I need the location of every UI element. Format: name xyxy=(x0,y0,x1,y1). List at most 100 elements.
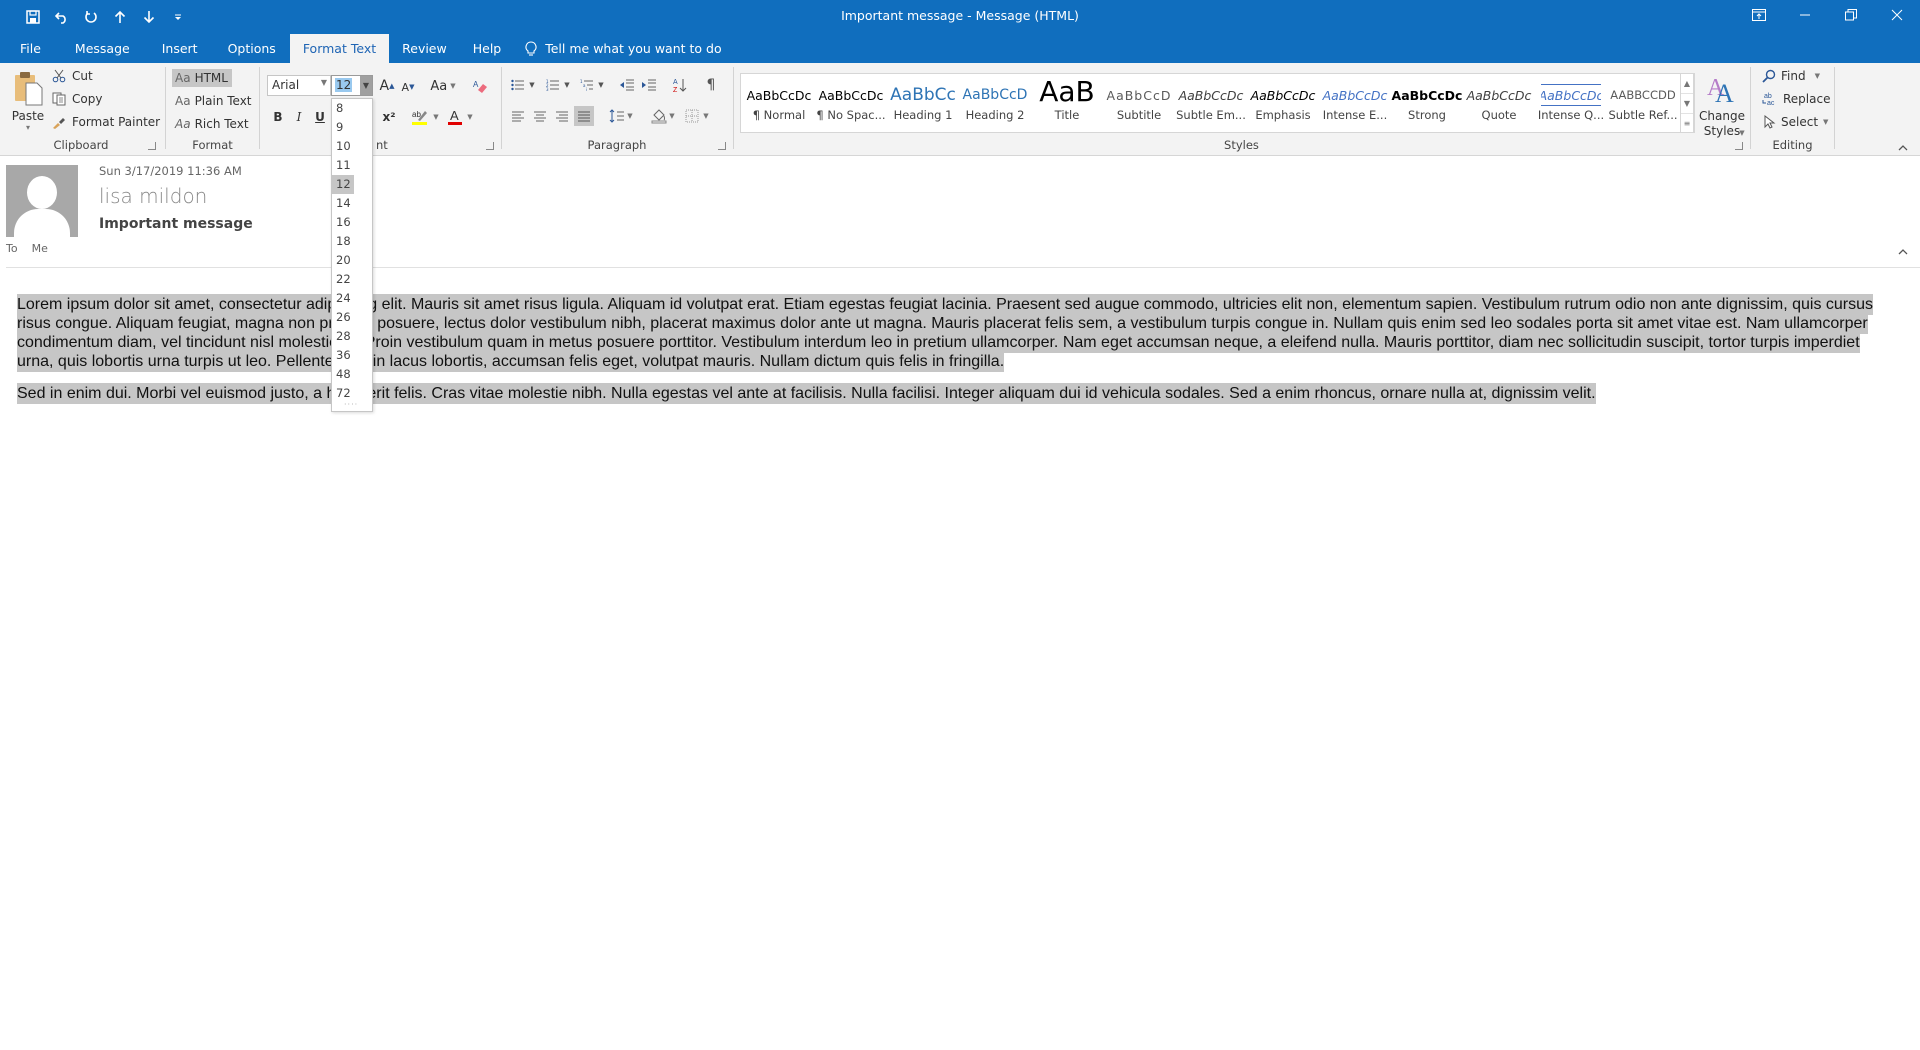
font-size-option-selected[interactable]: 12 xyxy=(332,175,354,194)
font-size-option[interactable]: 20 xyxy=(332,251,354,270)
format-rich-text-button[interactable]: Aa Rich Text xyxy=(172,115,252,133)
style-strong[interactable]: AaBbCcDc Strong xyxy=(1391,74,1463,132)
format-painter-button[interactable]: Format Painter xyxy=(52,115,160,129)
style-heading-2[interactable]: AaBbCcD Heading 2 xyxy=(959,74,1031,132)
align-right-button[interactable] xyxy=(552,106,572,126)
close-button[interactable] xyxy=(1874,0,1920,30)
body-paragraph[interactable]: Sed in enim dui. Morbi vel euismod justo… xyxy=(17,383,1887,404)
style-subtitle[interactable]: AaBbCcD Subtitle xyxy=(1103,74,1175,132)
bullets-button[interactable] xyxy=(508,75,528,95)
style-no-spacing[interactable]: AaBbCcDc ¶ No Spac... xyxy=(815,74,887,132)
underline-button[interactable]: U xyxy=(312,108,328,126)
tell-me-search[interactable]: Tell me what you want to do xyxy=(511,34,733,63)
selected-text[interactable]: Sed in enim dui. Morbi vel euismod justo… xyxy=(17,383,1596,404)
font-size-option[interactable]: 22 xyxy=(332,270,354,289)
change-case-button[interactable]: Aa ▼ xyxy=(428,77,458,95)
font-size-option[interactable]: 9 xyxy=(332,118,354,137)
sender-name[interactable]: lisa mildon xyxy=(99,184,207,208)
select-button[interactable]: Select ▼ xyxy=(1762,115,1828,129)
font-size-option[interactable]: 11 xyxy=(332,156,354,175)
sort-button[interactable]: AZ xyxy=(670,75,690,95)
find-button[interactable]: Find ▼ xyxy=(1762,69,1820,83)
to-recipient[interactable]: Me xyxy=(32,242,48,255)
style-intense-quote[interactable]: AaBbCcDc Intense Q... xyxy=(1535,74,1607,132)
align-center-button[interactable] xyxy=(530,106,550,126)
tab-message[interactable]: Message xyxy=(63,34,150,63)
tab-file[interactable]: File xyxy=(6,34,63,63)
minimize-button[interactable] xyxy=(1782,0,1828,30)
tab-format-text[interactable]: Format Text xyxy=(289,34,390,63)
style-intense-emphasis[interactable]: AaBbCcDc Intense E... xyxy=(1319,74,1391,132)
font-size-option[interactable]: 26 xyxy=(332,308,354,327)
increase-indent-button[interactable] xyxy=(639,75,659,95)
clear-formatting-button[interactable]: A xyxy=(470,77,490,95)
shrink-font-button[interactable]: A ▼ xyxy=(400,79,416,95)
font-size-option[interactable]: 48 xyxy=(332,365,354,384)
paste-button[interactable]: Paste ▾ xyxy=(10,71,46,132)
gallery-more-button[interactable]: ≡ xyxy=(1681,114,1693,134)
grow-font-button[interactable]: A ▲ xyxy=(378,77,396,95)
format-plain-text-button[interactable]: Aa Plain Text xyxy=(172,92,252,110)
font-size-option[interactable]: 28 xyxy=(332,327,354,346)
font-dialog-launcher[interactable] xyxy=(486,142,494,150)
align-left-button[interactable] xyxy=(508,106,528,126)
styles-gallery-scrollbar[interactable]: ▲ ▼ ≡ xyxy=(1680,73,1694,133)
multilevel-list-button[interactable]: 1ai xyxy=(577,75,597,95)
highlight-color-button[interactable]: ab ▼ xyxy=(410,107,440,127)
font-size-option[interactable]: 8 xyxy=(332,99,354,118)
font-size-option[interactable]: 10 xyxy=(332,137,354,156)
style-emphasis[interactable]: AaBbCcDc Emphasis xyxy=(1247,74,1319,132)
font-color-button[interactable]: A ▼ xyxy=(445,107,475,127)
resize-grip[interactable]: ···· xyxy=(344,400,358,409)
style-quote[interactable]: AaBbCcDc Quote xyxy=(1463,74,1535,132)
tab-review[interactable]: Review xyxy=(389,34,461,63)
font-size-option[interactable]: 18 xyxy=(332,232,354,251)
paragraph-dialog-launcher[interactable] xyxy=(718,142,726,150)
replace-button[interactable]: ab ac Replace xyxy=(1762,92,1830,106)
body-paragraph[interactable]: Lorem ipsum dolor sit amet, consectetur … xyxy=(17,294,1887,372)
change-styles-button[interactable]: AA Change Styles ▼ xyxy=(1697,71,1747,141)
collapse-header-button[interactable] xyxy=(1898,245,1908,258)
show-formatting-marks-button[interactable]: ¶ xyxy=(701,75,721,95)
style-heading-1[interactable]: AaBbCc Heading 1 xyxy=(887,74,959,132)
gallery-scroll-down[interactable]: ▼ xyxy=(1681,94,1693,114)
styles-dialog-launcher[interactable] xyxy=(1735,142,1743,150)
font-size-combobox[interactable]: 12 ▼ xyxy=(331,75,373,96)
cut-button[interactable]: Cut xyxy=(52,69,93,83)
style-normal[interactable]: AaBbCcDc ¶ Normal xyxy=(743,74,815,132)
shading-button[interactable]: ▼ xyxy=(648,106,678,126)
multilevel-list-dropdown[interactable]: ▼ xyxy=(596,75,606,95)
copy-button[interactable]: Copy xyxy=(52,92,102,106)
borders-button[interactable]: ▼ xyxy=(682,106,712,126)
bullets-dropdown[interactable]: ▼ xyxy=(527,75,537,95)
message-body[interactable]: Lorem ipsum dolor sit amet, consectetur … xyxy=(17,294,1887,416)
font-size-dropdown-button[interactable]: ▼ xyxy=(360,76,372,95)
decrease-indent-button[interactable] xyxy=(617,75,637,95)
line-spacing-button[interactable]: ▼ xyxy=(606,106,636,126)
bold-button[interactable]: B xyxy=(270,108,286,126)
ribbon-display-options-button[interactable] xyxy=(1736,0,1782,30)
font-size-option[interactable]: 24 xyxy=(332,289,354,308)
tab-options[interactable]: Options xyxy=(216,34,290,63)
font-size-option[interactable]: 36 xyxy=(332,346,354,365)
restore-button[interactable] xyxy=(1828,0,1874,30)
font-size-option[interactable]: 14 xyxy=(332,194,354,213)
clipboard-dialog-launcher[interactable] xyxy=(148,142,156,150)
justify-button[interactable] xyxy=(574,106,594,126)
superscript-button[interactable]: x² xyxy=(380,108,398,126)
italic-button[interactable]: I xyxy=(291,108,307,126)
font-size-option[interactable]: 16 xyxy=(332,213,354,232)
collapse-ribbon-button[interactable] xyxy=(1898,141,1908,154)
format-html-button[interactable]: Aa HTML xyxy=(172,69,232,87)
selected-text[interactable]: Lorem ipsum dolor sit amet, consectetur … xyxy=(17,294,1874,372)
tab-help[interactable]: Help xyxy=(461,34,512,63)
tab-insert[interactable]: Insert xyxy=(150,34,216,63)
numbering-button[interactable]: 123 xyxy=(543,75,563,95)
font-name-combobox[interactable]: Arial ▼ xyxy=(267,75,331,96)
style-title[interactable]: AaB Title xyxy=(1031,74,1103,132)
style-subtle-reference[interactable]: AABBCCDD Subtle Ref... xyxy=(1607,74,1679,132)
numbering-dropdown[interactable]: ▼ xyxy=(562,75,572,95)
paste-icon xyxy=(14,71,43,106)
gallery-scroll-up[interactable]: ▲ xyxy=(1681,74,1693,94)
style-subtle-emphasis[interactable]: AaBbCcDc Subtle Em... xyxy=(1175,74,1247,132)
